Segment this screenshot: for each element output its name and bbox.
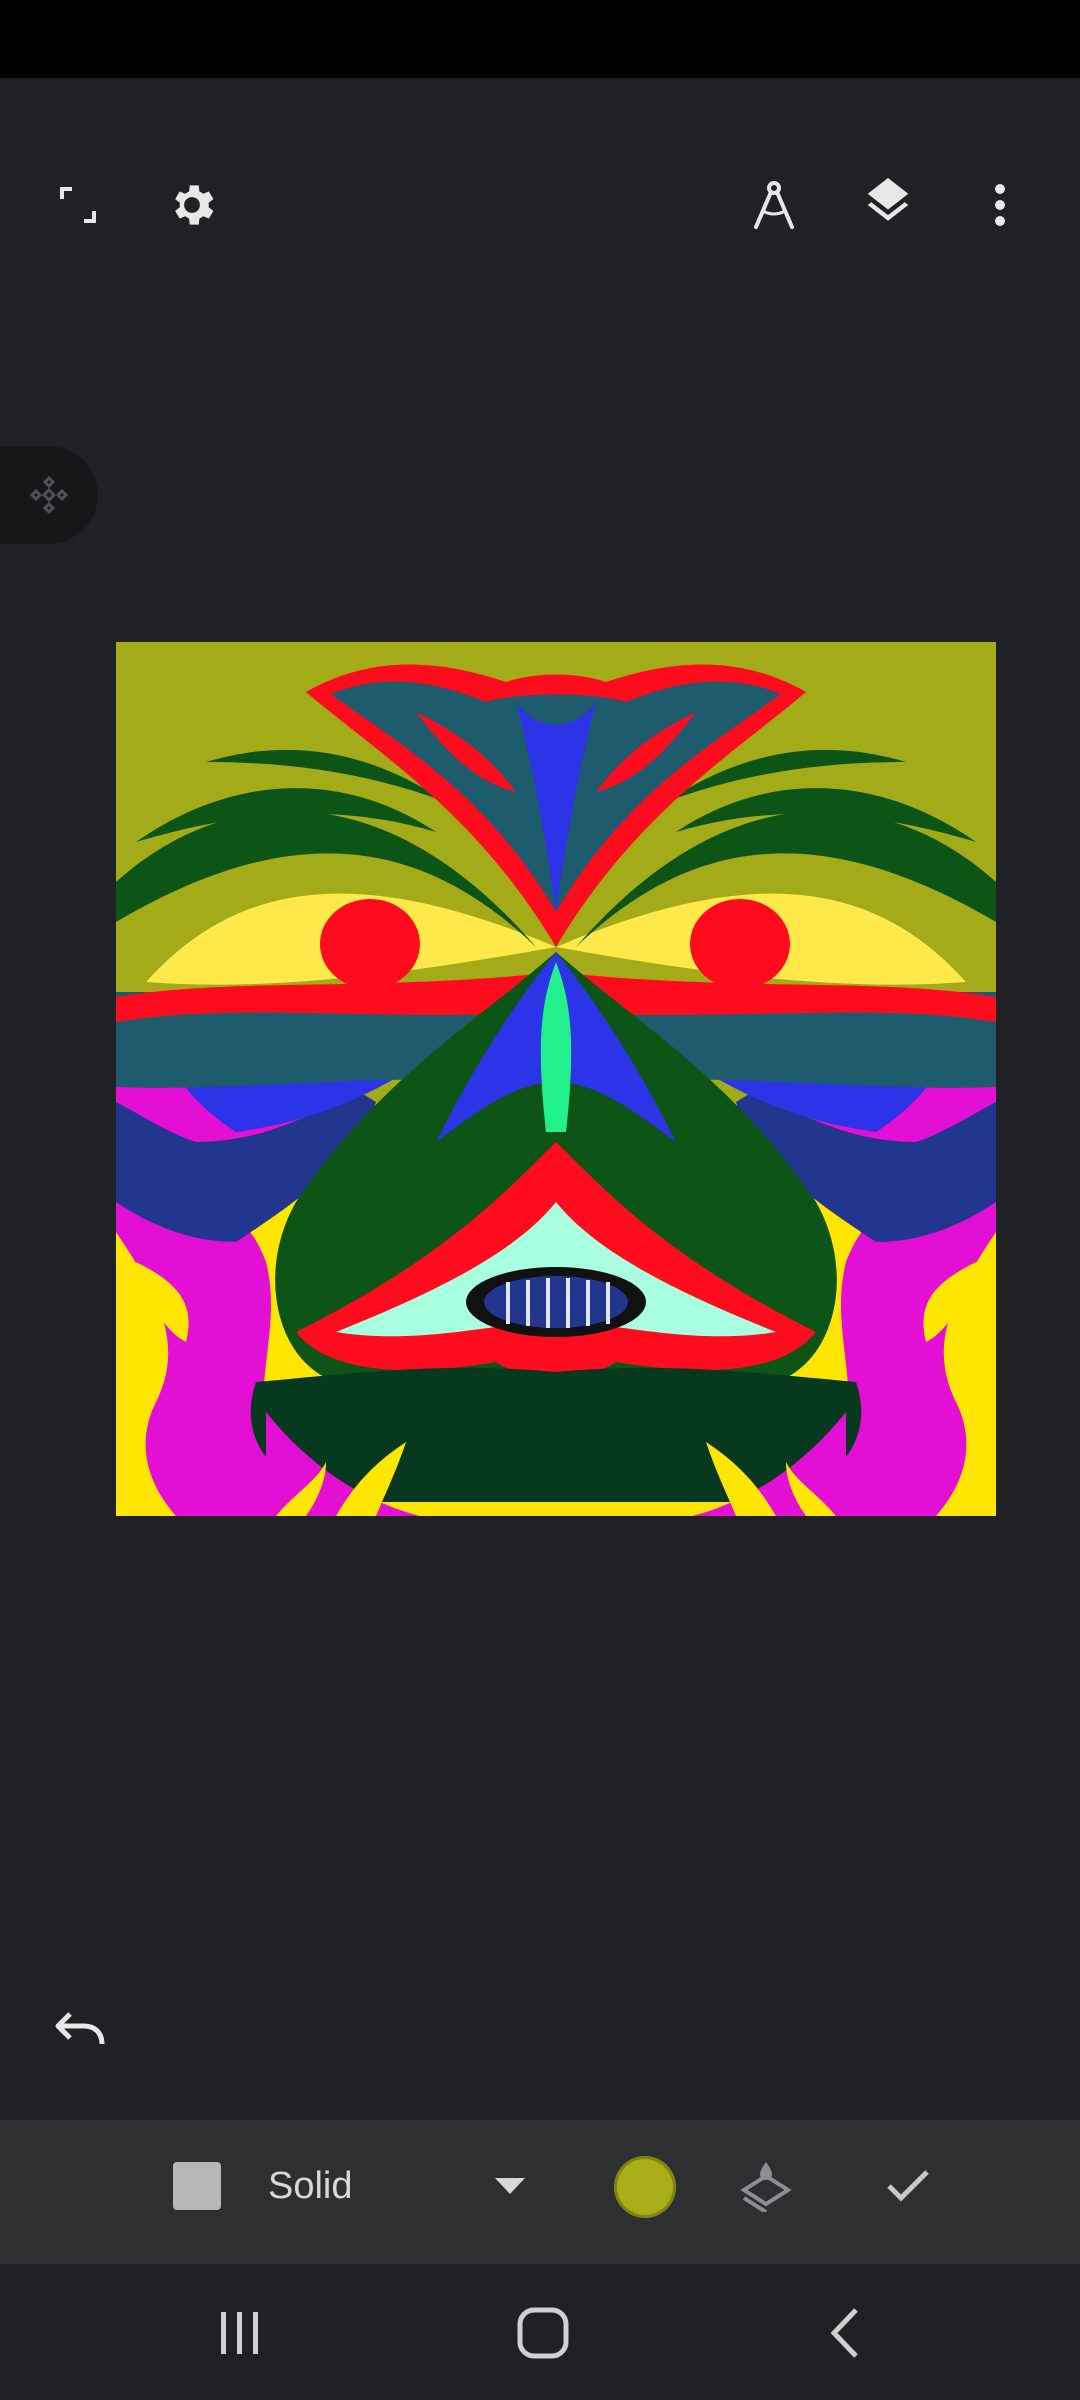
undo-icon [55,2012,105,2045]
home-icon [517,2307,569,2359]
app-screen [0,78,1080,2120]
undo-button[interactable] [32,1982,128,2078]
confirm-button[interactable] [874,2152,942,2220]
status-bar [0,0,1080,78]
system-navigation-bar [0,2264,1080,2400]
drawing-canvas[interactable] [116,642,996,1516]
symmetry-guide-icon [29,475,69,515]
layers-icon [867,178,909,221]
layers-button[interactable] [840,157,936,253]
settings-button[interactable] [144,157,240,253]
recent-apps-icon [221,2312,258,2354]
back-icon [830,2308,858,2358]
dropdown-arrow-icon [495,2178,525,2194]
fullscreen-icon [60,187,96,223]
fill-mode-dropdown[interactable] [478,2154,542,2218]
recent-apps-button[interactable] [195,2288,285,2378]
check-icon [887,2170,929,2202]
more-vert-icon [995,184,1005,226]
settings-icon [175,185,214,225]
fill-mode-label[interactable]: Solid [268,2164,353,2208]
fill-type-swatch[interactable] [173,2162,221,2210]
fullscreen-button[interactable] [30,157,126,253]
layer-fill-button[interactable] [732,2152,800,2220]
back-button[interactable] [800,2288,890,2378]
ruler-compass-icon [754,181,794,229]
guides-button[interactable] [726,157,822,253]
layer-fill-icon [740,2162,792,2212]
artwork [116,642,996,1516]
fill-color-picker[interactable] [614,2156,676,2218]
home-button[interactable] [498,2288,588,2378]
symmetry-panel-handle[interactable] [0,446,98,544]
more-options-button[interactable] [952,157,1048,253]
fill-tool-bar: Solid [0,2120,1080,2264]
